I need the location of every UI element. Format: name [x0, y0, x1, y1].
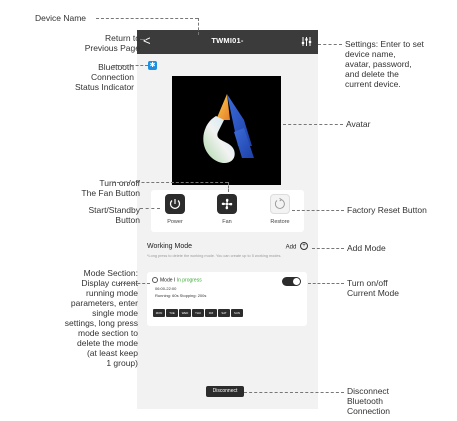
- working-mode-hint: *Long press to delete the working mode. …: [147, 254, 282, 258]
- restore-icon: [274, 197, 285, 209]
- avatar: [172, 76, 281, 185]
- annotation-return: Return to Previous Page: [84, 33, 140, 53]
- day-chip: WED: [179, 309, 191, 317]
- day-chip: SUN: [231, 309, 243, 317]
- leader-bluetooth: [112, 65, 148, 66]
- mode-card[interactable]: Mode I In progress 06:00-22:00 Running: …: [147, 272, 307, 326]
- power-icon: [169, 199, 181, 209]
- annotation-settings: Settings: Enter to set device name, avat…: [345, 39, 424, 89]
- top-bar: < TWMI01-: [137, 30, 318, 54]
- leader-return: [140, 39, 146, 40]
- fan-button[interactable]: [217, 194, 237, 214]
- leader-device-name: [96, 18, 198, 19]
- mode-name: Mode I: [160, 277, 176, 284]
- fan-icon: [221, 198, 233, 210]
- toggle-knob: [293, 278, 300, 285]
- annotation-fan: Turn on/off The Fan Button: [81, 178, 140, 198]
- leader-fan: [112, 182, 228, 183]
- annotation-standby: Start/Standby Button: [88, 205, 140, 225]
- device-title: TWMI01-: [211, 36, 244, 45]
- mode-days: MON TUE WED THU FRI SAT SUN: [153, 301, 244, 319]
- leader-standby: [140, 208, 160, 209]
- leader-turn-mode: [308, 283, 344, 284]
- day-chip: FRI: [205, 309, 217, 317]
- avatar-logo-icon: [203, 94, 254, 164]
- alarm-add-icon[interactable]: +: [300, 242, 308, 250]
- restore-label: Restore: [270, 219, 290, 225]
- day-chip: MON: [153, 309, 165, 317]
- add-mode-label: Add: [285, 244, 297, 251]
- settings-sliders-icon[interactable]: [301, 36, 312, 47]
- bluetooth-icon: ✱: [148, 61, 157, 70]
- leader-add-mode: [312, 248, 344, 249]
- annotation-add-mode: Add Mode: [347, 243, 386, 253]
- mode-toggle[interactable]: [282, 277, 301, 286]
- working-mode-title: Working Mode: [147, 243, 193, 250]
- add-mode-button[interactable]: Add +: [285, 242, 308, 251]
- mode-status: In progress: [176, 277, 202, 284]
- clock-icon: [152, 277, 158, 283]
- disconnect-button[interactable]: Disconnect: [206, 386, 244, 397]
- annotation-factory-reset: Factory Reset Button: [347, 205, 427, 215]
- power-control[interactable]: Power: [155, 194, 195, 225]
- day-chip: SAT: [218, 309, 230, 317]
- power-button[interactable]: [165, 194, 185, 214]
- mode-running: Running: 60s Stopping: 200s: [155, 293, 207, 298]
- leader-factory-reset: [292, 210, 344, 211]
- leader-settings: [318, 44, 342, 45]
- leader-avatar: [283, 124, 343, 125]
- mode-time: 06:00-22:00: [155, 286, 177, 291]
- leader-fan-v: [228, 182, 229, 192]
- mode-header: Mode I In progress: [152, 277, 202, 283]
- fan-label: Fan: [222, 219, 232, 225]
- day-chip: TUE: [166, 309, 178, 317]
- annotation-avatar: Avatar: [346, 119, 371, 129]
- annotation-turn-mode: Turn on/off Current Mode: [347, 278, 399, 298]
- annotation-device-name: Device Name: [35, 13, 87, 23]
- fan-control[interactable]: Fan: [207, 194, 247, 225]
- day-chip: THU: [192, 309, 204, 317]
- annotation-bluetooth: Bluetooth Connection Status Indicator: [74, 62, 134, 92]
- leader-disconnect: [244, 392, 344, 393]
- leader-device-name-v: [198, 18, 199, 35]
- power-label: Power: [167, 219, 183, 225]
- restore-button[interactable]: [270, 194, 290, 214]
- leader-mode-section: [118, 283, 150, 284]
- phone-screen: < TWMI01- ✱ Power Fan Restore Working Mo…: [137, 30, 318, 409]
- annotation-disconnect: Disconnect Bluetooth Connection: [347, 386, 391, 416]
- control-panel: Power Fan Restore: [151, 190, 304, 232]
